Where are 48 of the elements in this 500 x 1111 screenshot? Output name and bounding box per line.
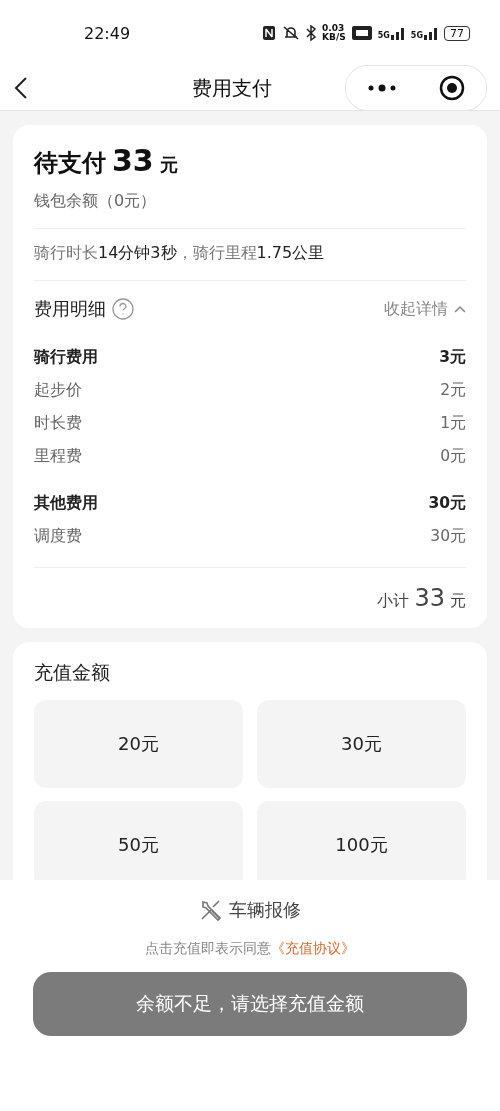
signal-icon	[390, 26, 405, 40]
amount-option[interactable]: 50元	[34, 801, 243, 880]
fee-amount: 1元	[440, 413, 466, 434]
fee-amount: 2元	[440, 380, 466, 401]
subtotal-label: 小计	[377, 591, 410, 612]
status-time: 22:49	[84, 23, 132, 43]
fee-name: 其他费用	[34, 493, 98, 514]
hd-icon	[351, 26, 372, 40]
battery-level: 77	[444, 25, 470, 41]
subtotal-unit: 元	[450, 591, 466, 612]
ride-info: 骑行时长14分钟3秒，骑行里程1.75公里	[34, 229, 466, 281]
amount-value: 33	[112, 143, 154, 178]
amount-option[interactable]: 20元	[34, 700, 243, 788]
fee-amount: 30元	[430, 526, 466, 547]
fee-name: 骑行费用	[34, 347, 98, 368]
help-icon[interactable]	[112, 298, 134, 320]
amount-option[interactable]: 30元	[257, 700, 466, 788]
fee-amount: 3元	[439, 347, 466, 368]
agreement-text: 点击充值即表示同意	[145, 940, 271, 958]
subtotal-value: 33	[414, 584, 445, 612]
fee-name: 起步价	[34, 380, 82, 401]
repair-label: 车辆报修	[229, 898, 301, 922]
fee-name: 时长费	[34, 413, 82, 434]
signal-label: 5G	[377, 31, 390, 40]
amount-option[interactable]: 100元	[257, 801, 466, 880]
section-title: 费用明细	[34, 297, 106, 321]
collapse-toggle[interactable]: 收起详情	[384, 298, 466, 320]
back-icon[interactable]	[14, 76, 28, 100]
signal-icon	[424, 26, 438, 40]
page-title: 费用支付	[190, 74, 273, 102]
recharge-button[interactable]: 余额不足，请选择充值金额	[33, 972, 467, 1036]
bluetooth-icon	[306, 25, 317, 41]
fee-name: 调度费	[34, 526, 82, 547]
wallet-balance: 钱包余额（0元）	[34, 191, 466, 229]
tools-icon[interactable]	[199, 898, 223, 922]
amount-unit: 元	[159, 153, 178, 177]
section-title: 充值金额	[34, 661, 110, 683]
mute-bell-icon	[282, 25, 301, 41]
signal-label: 5G	[410, 31, 423, 40]
nfc-icon	[262, 25, 277, 41]
fee-amount: 30元	[428, 493, 466, 514]
fee-name: 里程费	[34, 446, 82, 467]
agreement-link[interactable]: 《充值协议》	[271, 940, 355, 958]
more-icon[interactable]	[367, 84, 397, 92]
amount-label: 待支付	[34, 148, 106, 179]
fee-amount: 0元	[440, 446, 466, 467]
network-speed: 0.03 KB/S	[322, 24, 346, 42]
close-target-icon[interactable]	[439, 75, 465, 101]
